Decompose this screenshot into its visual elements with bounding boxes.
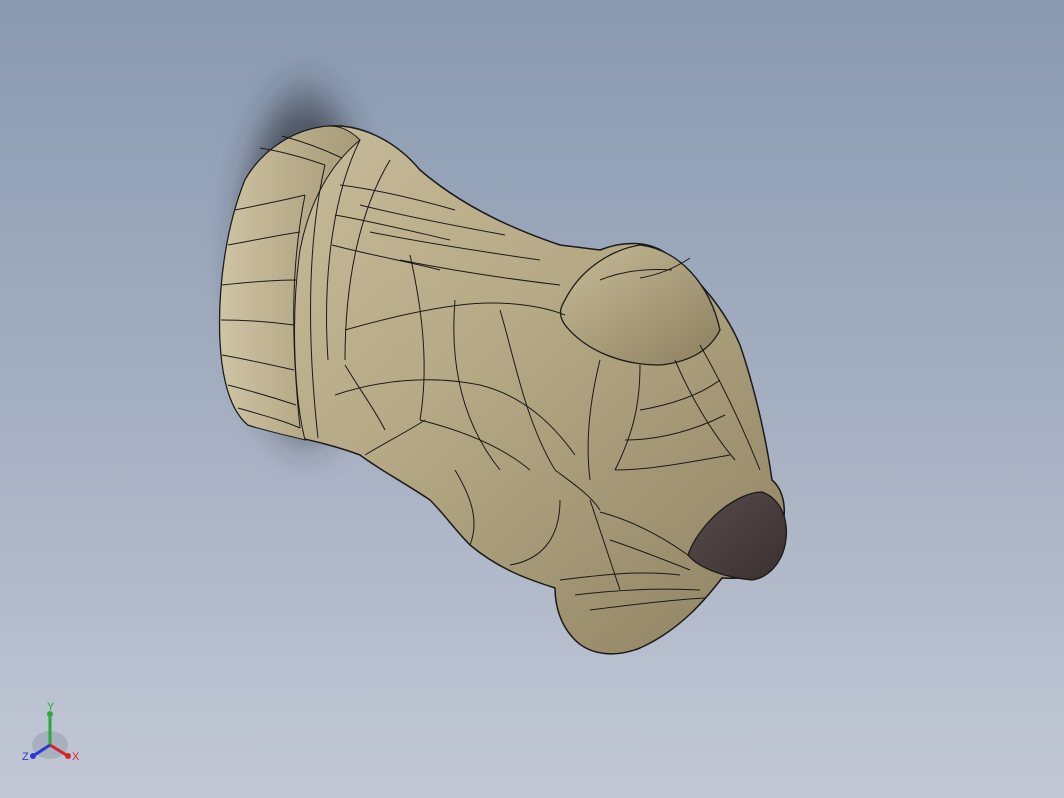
triad-z-label: Z (22, 751, 29, 763)
graphics-viewport[interactable]: Y X Z (0, 0, 1064, 798)
triad-x-label: X (72, 751, 80, 763)
triad-y-label: Y (47, 701, 55, 713)
triad-x-tip (65, 753, 71, 759)
orientation-triad[interactable]: Y X Z (18, 700, 88, 775)
triad-z-tip (30, 753, 36, 759)
3d-model-view[interactable] (0, 0, 1064, 798)
